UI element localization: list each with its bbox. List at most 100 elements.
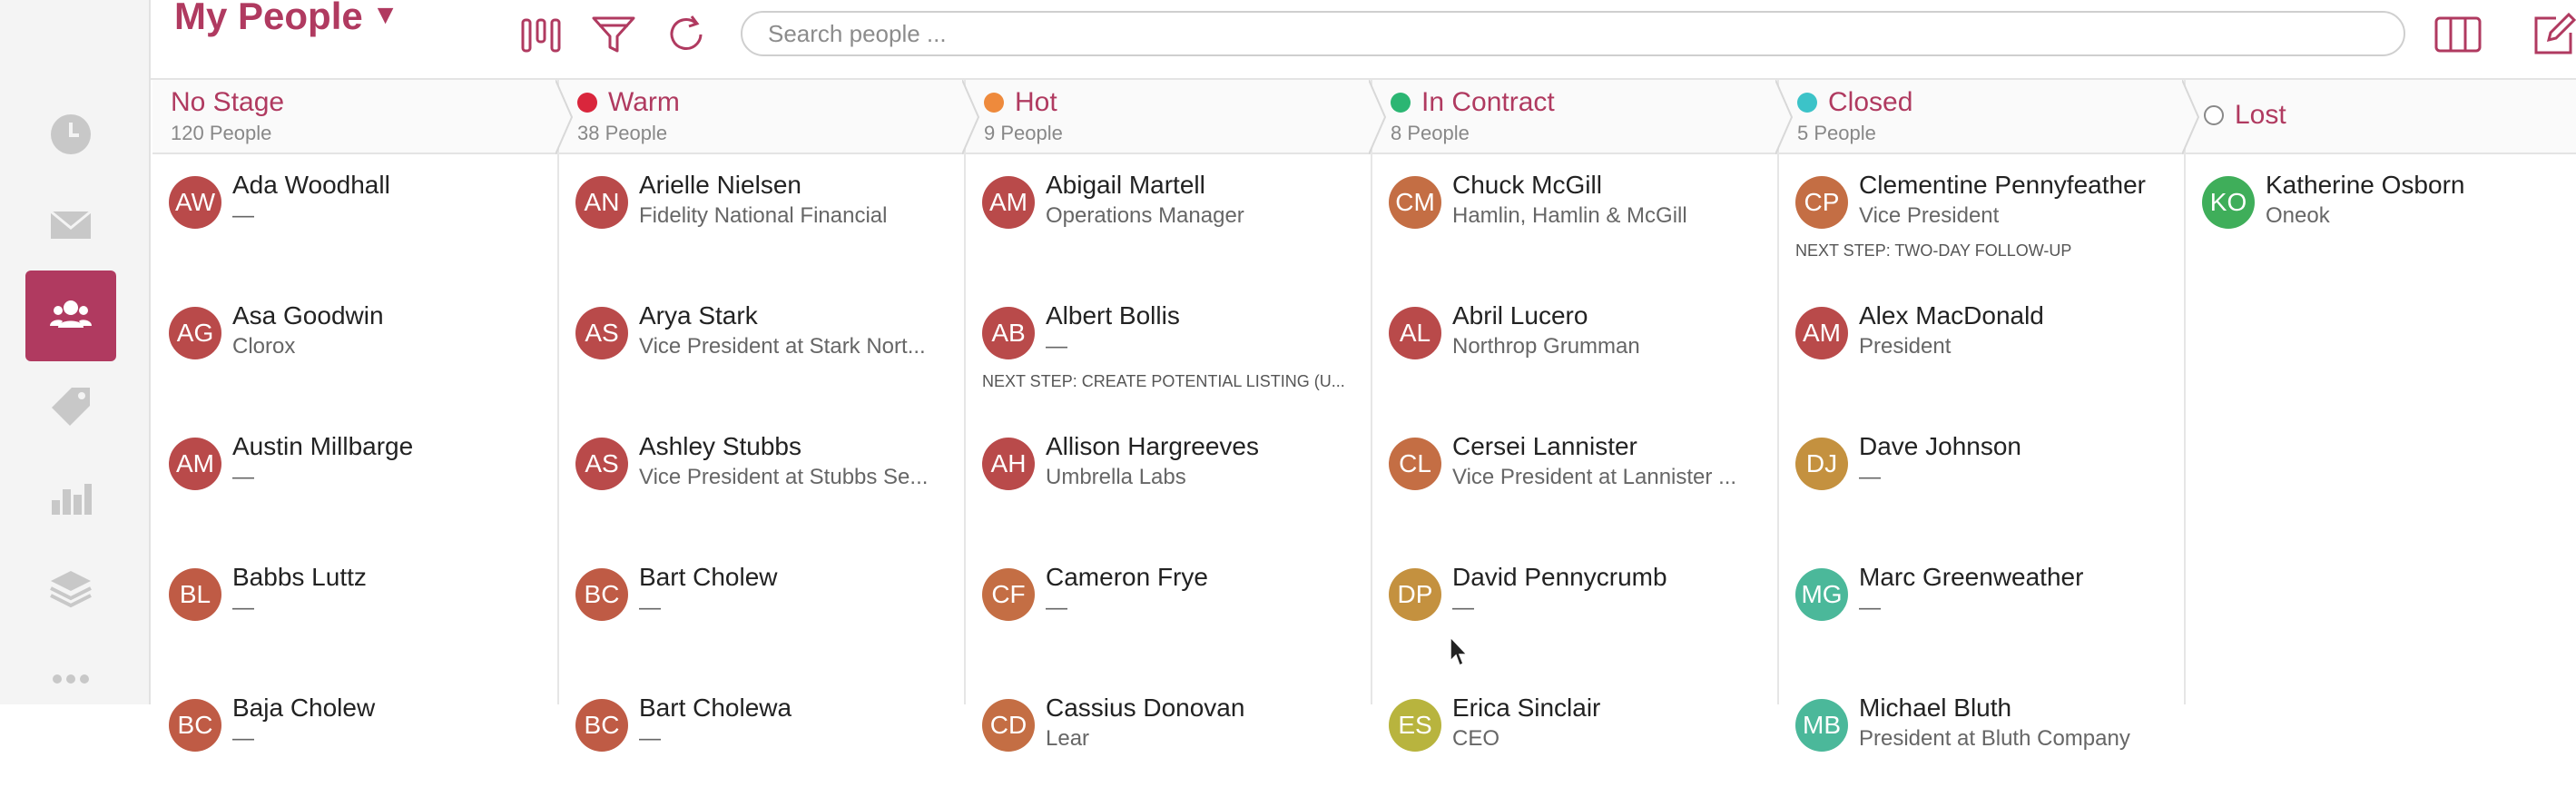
person-name: Abigail Martell (1046, 171, 1205, 199)
clock-icon (51, 114, 91, 154)
person-card[interactable]: MG Marc Greenweather — (1795, 557, 2177, 666)
sidebar-item-more[interactable] (25, 634, 116, 724)
next-step-note: NEXT STEP: CREATE POTENTIAL LISTING (U..… (982, 372, 1345, 390)
stage-title: In Contract (1391, 87, 1777, 118)
person-name: Abril Lucero (1452, 301, 1588, 330)
person-card[interactable]: CL Cersei Lannister Vice President at Lann… (1389, 427, 1770, 536)
stage-color-dot (984, 93, 1004, 113)
person-card[interactable]: DP David Pennycrumb — (1389, 557, 1770, 666)
person-card[interactable]: AB Albert Bollis — NEXT STEP: CREATE POTENT… (982, 296, 1363, 405)
avatar: AG (169, 307, 221, 359)
person-card[interactable]: CM Chuck McGill Hamlin, Hamlin & McGill (1389, 165, 1770, 274)
sidebar-item-tags[interactable] (25, 361, 116, 452)
person-name: Chuck McGill (1452, 171, 1602, 199)
person-card[interactable]: CF Cameron Frye — (982, 557, 1363, 666)
person-name: Arielle Nielsen (639, 171, 801, 199)
sidebar-item-people[interactable] (25, 271, 116, 361)
stage-header[interactable]: No Stage 120 People (152, 80, 574, 154)
person-card[interactable]: AW Ada Woodhall — (169, 165, 550, 274)
stage-header[interactable]: Hot 9 People (966, 80, 1387, 154)
avatar: CD (982, 699, 1035, 752)
person-subtitle: Vice President (1859, 203, 2000, 228)
person-subtitle: Oneok (2266, 203, 2330, 228)
person-subtitle: Vice President at Stubbs Se... (639, 465, 929, 489)
stage-title-label: Closed (1828, 87, 1913, 117)
person-card[interactable]: ES Erica Sinclair CEO (1389, 688, 1770, 797)
person-card[interactable]: AM Alex MacDonald President (1795, 296, 2177, 405)
sidebar-item-reports[interactable] (25, 452, 116, 543)
stage-color-dot (1797, 93, 1817, 113)
person-name: Bart Cholew (639, 563, 778, 591)
stage-title-label: Hot (1015, 87, 1057, 117)
person-card[interactable]: KO Katherine Osborn Oneok (2202, 165, 2576, 274)
person-card[interactable]: CD Cassius Donovan Lear (982, 688, 1363, 797)
person-subtitle: CEO (1452, 726, 1500, 751)
avatar: ES (1389, 699, 1441, 752)
stage-header[interactable]: Lost (2186, 80, 2576, 154)
stage-header[interactable]: Warm 38 People (559, 80, 980, 154)
board-view-button[interactable] (516, 9, 566, 60)
person-card[interactable]: DJ Dave Johnson — (1795, 427, 2177, 536)
avatar: AH (982, 438, 1035, 490)
person-name: Katherine Osborn (2266, 171, 2465, 199)
person-subtitle: Hamlin, Hamlin & McGill (1452, 203, 1687, 228)
person-name: Ashley Stubbs (639, 432, 801, 460)
person-subtitle: President at Bluth Company (1859, 726, 2130, 751)
person-card[interactable]: AS Arya Stark Vice President at Stark Nort… (575, 296, 957, 405)
avatar: BC (575, 699, 628, 752)
stage-color-dot (2204, 105, 2224, 125)
stage-title-label: Warm (608, 87, 680, 117)
refresh-icon (670, 15, 703, 50)
stage-title: Closed (1797, 87, 2184, 118)
person-card[interactable]: MB Michael Bluth President at Bluth Compan… (1795, 688, 2177, 797)
person-subtitle: Fidelity National Financial (639, 203, 888, 228)
person-card[interactable]: AG Asa Goodwin Clorox (169, 296, 550, 405)
stage-header[interactable]: In Contract 8 People (1372, 80, 1794, 154)
person-subtitle: — (1046, 334, 1067, 359)
person-card[interactable]: AM Abigail Martell Operations Manager (982, 165, 1363, 274)
person-card[interactable]: CP Clementine Pennyfeather Vice President N… (1795, 165, 2177, 274)
stage-column: Hot 9 People AM Abigail Martell Operations M… (966, 80, 1387, 752)
person-name: Austin Millbarge (232, 432, 414, 460)
person-card[interactable]: BL Babbs Luttz — (169, 557, 550, 666)
compose-button[interactable] (2529, 9, 2576, 60)
mouse-cursor-icon (1450, 635, 1469, 667)
person-card[interactable]: AL Abril Lucero Northrop Grumman (1389, 296, 1770, 405)
person-name: Cameron Frye (1046, 563, 1208, 591)
person-name: Erica Sinclair (1452, 694, 1601, 722)
person-card[interactable]: BC Bart Cholewa — (575, 688, 957, 797)
person-card[interactable]: BC Bart Cholew — (575, 557, 957, 666)
page-title-dropdown[interactable]: My People ▼ (174, 0, 398, 38)
stage-column: In Contract 8 People CM Chuck McGill Hamlin,… (1372, 80, 1794, 752)
envelope-icon (50, 210, 92, 239)
person-card[interactable]: AN Arielle Nielsen Fidelity National Finan… (575, 165, 957, 274)
filter-button[interactable] (588, 9, 639, 60)
column-layout-button[interactable] (2433, 9, 2483, 60)
refresh-button[interactable] (661, 9, 712, 60)
search-input[interactable] (741, 11, 2405, 56)
stage-title-label: No Stage (171, 87, 285, 117)
avatar: DP (1389, 568, 1441, 621)
sidebar-item-layers[interactable] (25, 543, 116, 634)
person-card[interactable]: AH Allison Hargreeves Umbrella Labs (982, 427, 1363, 536)
avatar: BC (575, 568, 628, 621)
stage-color-dot (577, 93, 597, 113)
avatar: MG (1795, 568, 1848, 621)
avatar: KO (2202, 176, 2255, 229)
avatar: CL (1389, 438, 1441, 490)
stage-count: 120 People (171, 122, 272, 144)
stage-header[interactable]: Closed 5 People (1779, 80, 2200, 154)
person-name: Bart Cholewa (639, 694, 792, 722)
stage-title-label: Lost (2235, 100, 2286, 130)
person-card[interactable]: AS Ashley Stubbs Vice President at Stubbs … (575, 427, 957, 536)
person-card[interactable]: AM Austin Millbarge — (169, 427, 550, 536)
person-card[interactable]: BC Baja Cholew — (169, 688, 550, 797)
sidebar-item-inbox[interactable] (25, 180, 116, 271)
person-name: Michael Bluth (1859, 694, 2012, 722)
avatar: AN (575, 176, 628, 229)
stage-title: Warm (577, 87, 964, 118)
person-subtitle: Operations Manager (1046, 203, 1244, 228)
avatar: CF (982, 568, 1035, 621)
sidebar-item-activity[interactable] (25, 89, 116, 180)
avatar: AM (1795, 307, 1848, 359)
